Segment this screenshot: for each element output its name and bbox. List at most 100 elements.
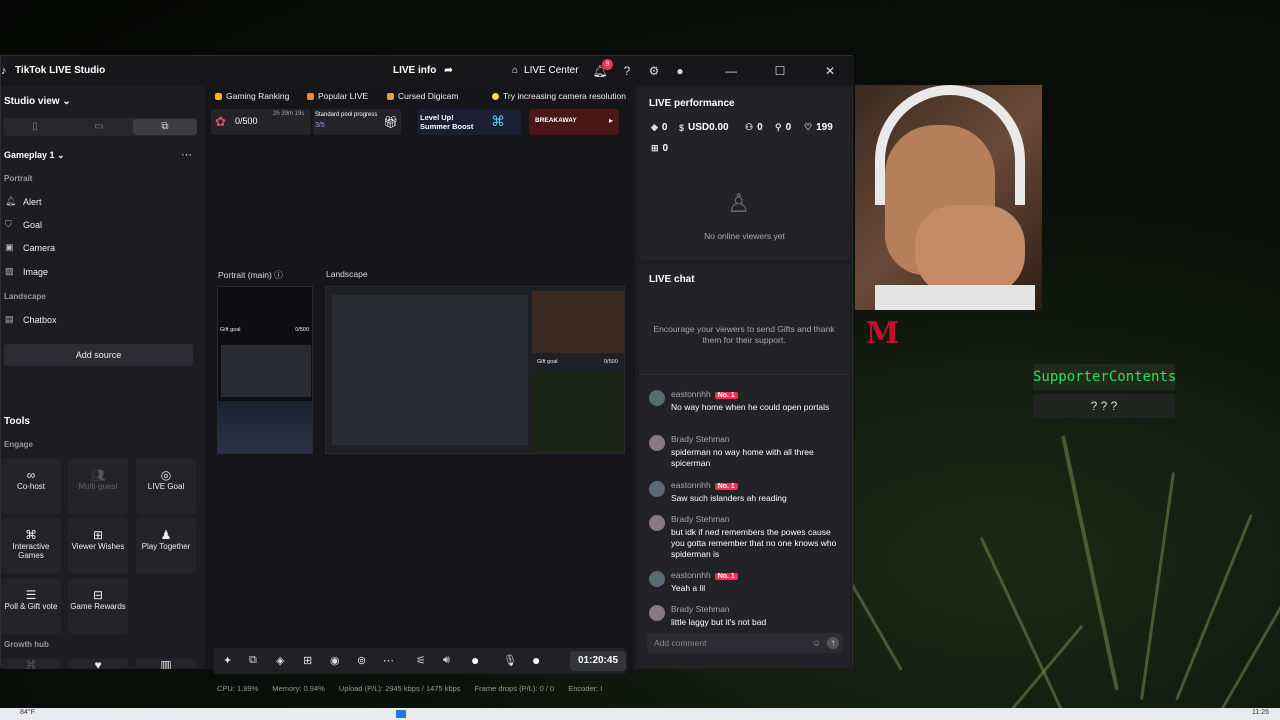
tool-game-rewards[interactable]: ⊟ Game Rewards [68,578,128,634]
portrait-bottom-area [218,401,312,453]
camera-resolution-tip[interactable]: Try increasing camera resolution [492,89,626,103]
tool-partnership[interactable]: ⌘ [1,658,61,669]
hand [915,205,1025,295]
cpu-stat: CPU: 1.99% [217,684,259,693]
metric-value: 0 [662,143,669,154]
bell-icon[interactable]: 🔔︎ 9 [592,59,613,79]
tool-interactive-games[interactable]: ⌘ Interactive Games [1,518,61,574]
chip-label: Cursed Digicam [398,91,459,101]
source-alert[interactable]: 🔔︎ Alert [5,196,42,207]
diamond-icon: ◆ [651,122,658,132]
tool-label: Poll & Gift vote [4,602,58,611]
mixer-icon[interactable]: ⚟ [416,654,426,667]
screenshot-icon[interactable]: ⊚ [357,654,366,667]
chip-label: Try increasing camera resolution [503,91,626,101]
notification-badge: 9 [602,59,613,70]
tool-play-together[interactable]: ♟ Play Together [136,518,196,574]
live-timer[interactable]: 01:20:45 [570,651,626,671]
live-center-button[interactable]: ⌂ LIVE Center [512,65,579,76]
portrait-preview[interactable]: Gift goal 0/500 [217,286,313,454]
rank-badge: No. 1 [714,483,738,490]
microphone-icon[interactable]: 🎙︎ [503,654,517,667]
heart-icon [307,92,314,100]
tool-multi-guest[interactable]: 👥︎ Multi-guest [68,458,128,514]
source-goal[interactable]: ⛉ Goal [5,219,42,230]
image-icon: ▨ [5,266,14,276]
pool-value: 3/5 [315,122,325,129]
bulb-icon [492,92,499,100]
tool-fan-club[interactable]: ♥ [68,658,128,669]
tool-poll-gift-vote[interactable]: ☰ Poll & Gift vote [1,578,61,634]
landscape-preview[interactable]: Gift goal 0/500 [325,286,625,454]
studio-view-label: Studio view [4,96,60,107]
dual-orientation-icon[interactable]: ⧉ [133,119,197,135]
speaker-volume-slider[interactable]: ● [471,652,479,668]
supporter-value: ? ? ? [1033,394,1175,418]
landscape-section-label: Landscape [4,292,46,301]
app-title: TikTok LIVE Studio [15,65,106,76]
gift-goal-value: 0/500 [295,327,309,333]
scene-name: Gameplay 1 [4,150,55,160]
landscape-game-thumb [532,371,624,451]
tool-playbook[interactable]: ▥ [136,658,196,669]
bell-icon: 🔔︎ [5,196,17,206]
tool-label: Game Rewards [70,602,126,611]
studio-view-dropdown[interactable]: Studio view ⌄ [4,96,71,107]
tool-viewer-wishes[interactable]: ⊞ Viewer Wishes [68,518,128,574]
metric-value: 0 [757,122,763,133]
landscape-orientation-icon[interactable]: ▭ [67,119,131,135]
mic-volume-slider[interactable]: ● [532,652,540,668]
crop-icon[interactable]: ⧉ [249,654,257,667]
level-up-banner[interactable]: Level Up! Summer Boost ⌘ [417,109,521,135]
minimize-icon[interactable]: — [723,63,739,79]
add-media-icon[interactable]: ⊞ [303,654,312,667]
tool-live-goal[interactable]: ◎ LIVE Goal [136,458,196,514]
chat-username: eastonnhh [671,389,711,399]
effects-icon[interactable]: ◈ [276,654,284,667]
close-icon[interactable]: ✕ [822,63,838,79]
chat-text: No way home when he could open portals [671,402,830,412]
cursed-digicam-chip[interactable]: Cursed Digicam [387,89,458,103]
engage-label: Engage [4,440,33,449]
gift-progress-banner[interactable]: ✿ 0/500 2h 39m 19s [211,109,311,135]
more-icon[interactable]: ⋯ [383,654,394,667]
settings-icon[interactable]: ⚙ [646,63,662,79]
chat-text: but idk if ned remembers the powes cause… [671,527,837,559]
record-icon[interactable]: ◉ [330,654,340,667]
gamepad-icon: ⌘ [25,528,37,542]
chat-text: Saw such islanders ah reading [671,493,787,503]
scene-selector[interactable]: Gameplay 1 ⌄ [4,150,65,161]
avatar [649,481,665,497]
source-image[interactable]: ▨ Image [5,266,48,277]
magic-wand-icon[interactable]: ✦ [223,654,232,667]
chat-username: eastonnhh [671,570,711,580]
next-icon[interactable]: ▸ [609,116,613,125]
speaker-icon[interactable]: 🔊︎ [443,654,450,667]
gaming-ranking-chip[interactable]: Gaming Ranking [215,89,289,103]
help-icon[interactable]: ? [619,63,635,79]
earnings-metric: $ USD0.00 [679,122,729,133]
send-icon[interactable]: ↑ [827,637,839,649]
shield-icon: ⛉ [5,219,12,229]
emoji-icon[interactable]: ☺ [812,633,821,653]
chat-text: Yeah a lil [671,583,706,593]
avatar[interactable]: ● [672,63,688,79]
portrait-orientation-icon[interactable]: ▯ [3,119,67,135]
tool-cohost[interactable]: ∞ Co-host [1,458,61,514]
live-info-button[interactable]: LIVE info ➦ [393,65,453,76]
new-followers-metric: ⚲ 0 [775,122,791,133]
landscape-camera-thumb [532,291,624,353]
windows-start-icon[interactable] [396,710,406,718]
add-source-button[interactable]: Add source [4,344,193,366]
memory-stat: Memory: 0.94% [272,684,325,693]
pool-progress-banner[interactable]: Standard pool progress 3/5 🎁︎ [313,109,401,135]
more-icon[interactable]: ⋯ [181,148,192,161]
popular-live-chip[interactable]: Popular LIVE [307,89,368,103]
weather-temp: 84°F [20,709,35,716]
portrait-main-label: Portrait (main) ⓘ [218,269,283,281]
source-chatbox[interactable]: ▤ Chatbox [5,314,57,325]
maximize-icon[interactable]: ☐ [772,63,788,79]
source-camera[interactable]: ▣ Camera [5,242,55,253]
add-comment-input[interactable]: Add comment ☺ ↑ [647,633,843,653]
breakaway-banner[interactable]: BREAKAWAY ▸ [529,109,619,135]
